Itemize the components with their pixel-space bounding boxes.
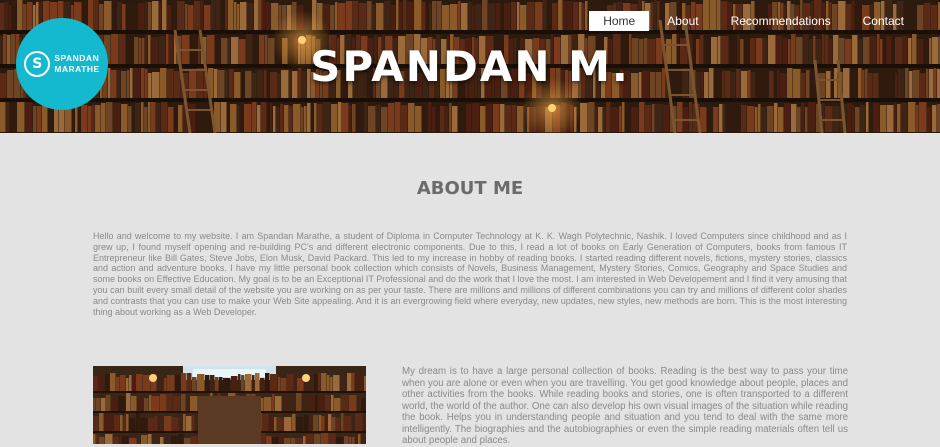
about-heading: ABOUT ME (416, 178, 524, 199)
site-title: SPANDAN M. (310, 42, 630, 91)
nav-home[interactable]: Home (589, 11, 650, 31)
nav-recommendations[interactable]: Recommendations (717, 11, 845, 31)
about-paragraph: Hello and welcome to my website. I am Sp… (93, 231, 847, 317)
header-banner: S SPANDAN MARATHE SPANDAN M. Home About … (0, 0, 940, 133)
nav-about[interactable]: About (653, 11, 712, 31)
dream-paragraph: My dream is to have a large personal col… (402, 366, 848, 446)
main-nav: Home About Recommendations Contact (585, 11, 918, 31)
library-photo (93, 366, 366, 444)
nav-contact[interactable]: Contact (849, 11, 918, 31)
